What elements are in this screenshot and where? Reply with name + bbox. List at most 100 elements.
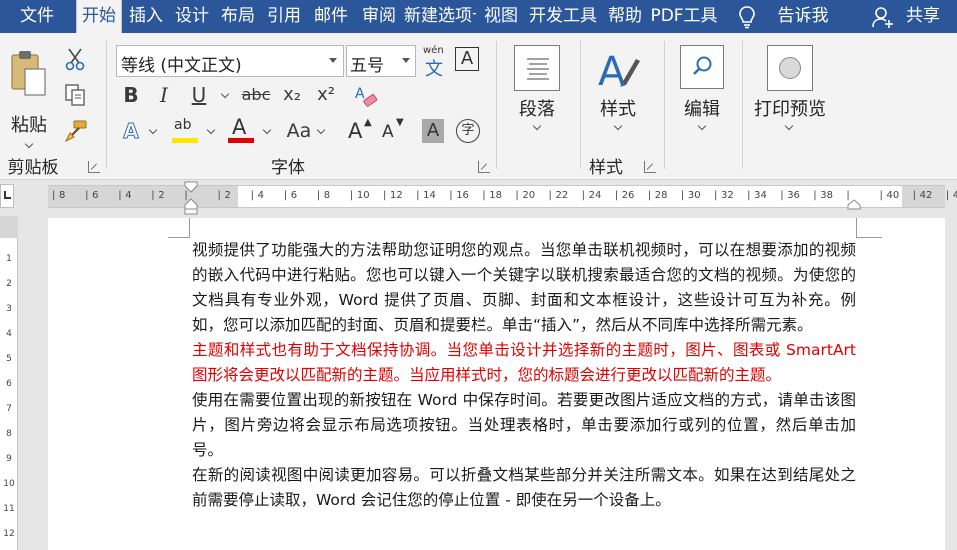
paragraph-2[interactable]: 主题和样式也有助于文档保持协调。当您单击设计并选择新的主题时，图片、图表或 Sm… xyxy=(192,338,856,388)
ruler-tick-label: 6 xyxy=(290,190,298,201)
ruler-tick-label: 2 xyxy=(224,190,231,201)
tab-file[interactable]: 文件 xyxy=(0,0,74,33)
right-indent-marker[interactable] xyxy=(847,199,861,211)
highlight-dropdown-icon[interactable] xyxy=(206,125,216,135)
ruler-tick-label: 8 xyxy=(59,190,66,201)
highlight-button[interactable]: ab xyxy=(172,117,200,145)
tab-review[interactable]: 审阅 xyxy=(356,0,402,33)
share-button[interactable]: 共享 xyxy=(898,0,948,33)
tab-insert[interactable]: 插入 xyxy=(124,0,168,33)
print-preview-button[interactable]: 打印预览 xyxy=(750,43,830,153)
paste-button[interactable]: 粘贴 xyxy=(6,49,52,159)
clipboard-launcher-icon[interactable] xyxy=(88,161,100,173)
phonetic-bottom: 文 xyxy=(425,59,443,80)
superscript-button[interactable]: x² xyxy=(312,83,340,107)
paragraph-4[interactable]: 在新的阅读视图中阅读更加容易。可以折叠文档某些部分并关注所需文本。如果在达到结尾… xyxy=(192,463,856,513)
vruler-tick-label: 7 xyxy=(6,404,12,414)
vruler-tick-label: 10 xyxy=(3,479,15,489)
tab-developer[interactable]: 开发工具 xyxy=(526,0,600,33)
horizontal-ruler[interactable]: | 8 | 6 | 4 | 2 | | 2 | 4 | 6 | 8 | 10 | 12 | 14 | 16 | 18 | 20 | 22 | 2… xyxy=(48,181,957,215)
font-name-value: 等线 (中文正文) xyxy=(121,56,242,76)
italic-button[interactable]: I xyxy=(154,83,174,107)
font-color-dropdown-icon[interactable] xyxy=(262,125,272,135)
vruler-tick-label: 4 xyxy=(6,329,12,339)
shrink-font-button[interactable]: A ▼ xyxy=(380,117,408,145)
user-add-icon[interactable] xyxy=(868,0,898,33)
ruler-tick-label: 8 xyxy=(323,190,331,201)
paragraph-button[interactable]: 段落 xyxy=(506,43,570,153)
tab-selector[interactable] xyxy=(0,184,14,208)
vruler-tick-label: 9 xyxy=(6,454,12,464)
vertical-ruler[interactable]: 1 2 3 4 5 6 7 8 9 10 11 12 xyxy=(0,216,18,550)
character-border-button[interactable]: A xyxy=(455,47,479,71)
tab-design[interactable]: 设计 xyxy=(170,0,214,33)
paragraph-1[interactable]: 视频提供了功能强大的方法帮助您证明您的观点。当您单击联机视频时，可以在想要添加的… xyxy=(192,238,856,338)
tab-pdf-tools[interactable]: PDF工具 xyxy=(650,0,718,33)
text-effects-button[interactable]: A xyxy=(120,119,142,144)
underline-button[interactable]: U xyxy=(188,83,210,107)
ruler-separator: | xyxy=(217,190,221,201)
character-shading-button[interactable]: A xyxy=(422,119,444,143)
text-effects-dropdown-icon[interactable] xyxy=(148,125,158,135)
ruler-tick-label: 4 xyxy=(125,190,132,201)
lightbulb-icon[interactable] xyxy=(730,0,764,33)
ruler-separator: | xyxy=(714,190,718,201)
tab-help[interactable]: 帮助 xyxy=(602,0,648,33)
paragraph-3[interactable]: 使用在需要位置出现的新按钮在 Word 中保存时间。若要更改图片适应文档的方式，… xyxy=(192,388,856,463)
tab-view[interactable]: 视图 xyxy=(478,0,524,33)
ribbon: 粘贴 剪贴板 等线 (中文正文) 五号 wén 文 A B I U abc x₂… xyxy=(0,33,957,180)
print-preview-box xyxy=(767,45,813,91)
tab-new-tab[interactable]: 新建选项卡 xyxy=(404,0,476,33)
format-painter-icon[interactable] xyxy=(64,119,88,143)
shrink-font-label: A xyxy=(382,122,394,142)
underline-dropdown-icon[interactable] xyxy=(220,89,230,99)
copy-icon[interactable] xyxy=(64,83,86,107)
change-case-button[interactable]: Aa xyxy=(284,119,314,143)
cut-icon[interactable] xyxy=(64,47,86,71)
tab-layout[interactable]: 布局 xyxy=(216,0,260,33)
ruler-tick-label: 14 xyxy=(423,190,436,201)
vruler-tick-label: 6 xyxy=(6,379,12,389)
paragraph-label: 段落 xyxy=(519,99,555,120)
ruler-separator: | xyxy=(52,190,56,201)
bold-button[interactable]: B xyxy=(120,83,142,107)
tab-home[interactable]: 开始 xyxy=(76,0,122,33)
styles-button[interactable]: A 样式 xyxy=(590,43,646,153)
editing-button[interactable]: 编辑 xyxy=(672,43,734,153)
tab-references[interactable]: 引用 xyxy=(262,0,306,33)
font-color-swatch xyxy=(228,138,254,143)
font-color-button[interactable]: A xyxy=(228,115,256,145)
document-body[interactable]: 视频提供了功能强大的方法帮助您证明您的观点。当您单击联机视频时，可以在想要添加的… xyxy=(192,238,856,513)
font-launcher-icon[interactable] xyxy=(478,161,490,173)
ruler-tick-label: 12 xyxy=(390,190,403,201)
document-page[interactable]: 视频提供了功能强大的方法帮助您证明您的观点。当您单击联机视频时，可以在想要添加的… xyxy=(48,218,945,550)
grow-font-label: A xyxy=(348,119,363,143)
change-case-dropdown-icon[interactable] xyxy=(316,125,326,135)
ruler-tick-label: 6 xyxy=(92,190,99,201)
separator xyxy=(664,41,665,169)
font-size-select[interactable]: 五号 xyxy=(346,45,416,77)
clear-formatting-icon[interactable]: A xyxy=(352,83,380,111)
ruler-separator: | xyxy=(515,190,519,201)
svg-text:A: A xyxy=(355,86,365,102)
print-preview-dropdown-icon xyxy=(784,121,794,131)
tell-me-search[interactable]: 告诉我 xyxy=(770,0,836,33)
ruler-tick-label: 20 xyxy=(522,190,536,201)
indent-markers[interactable] xyxy=(184,181,198,215)
separator xyxy=(496,41,497,169)
editing-label: 编辑 xyxy=(684,99,720,120)
subscript-button[interactable]: x₂ xyxy=(278,83,306,107)
strikethrough-button[interactable]: abc xyxy=(240,83,272,107)
enclose-characters-button[interactable]: 字 xyxy=(456,119,480,143)
grow-font-button[interactable]: A ▲ xyxy=(346,117,374,145)
phonetic-guide-button[interactable]: wén 文 xyxy=(422,45,448,80)
styles-launcher-icon[interactable] xyxy=(644,161,656,173)
grow-font-arrow-icon: ▲ xyxy=(364,117,372,128)
font-name-select[interactable]: 等线 (中文正文) xyxy=(116,45,344,77)
ruler-separator: | xyxy=(548,190,552,201)
tab-mailings[interactable]: 邮件 xyxy=(308,0,354,33)
ruler-tick-label: 24 xyxy=(588,190,602,201)
ruler-tick-label: 30 xyxy=(687,190,701,201)
ruler-separator: | xyxy=(316,190,321,201)
margin-corner-top-right xyxy=(856,218,882,238)
